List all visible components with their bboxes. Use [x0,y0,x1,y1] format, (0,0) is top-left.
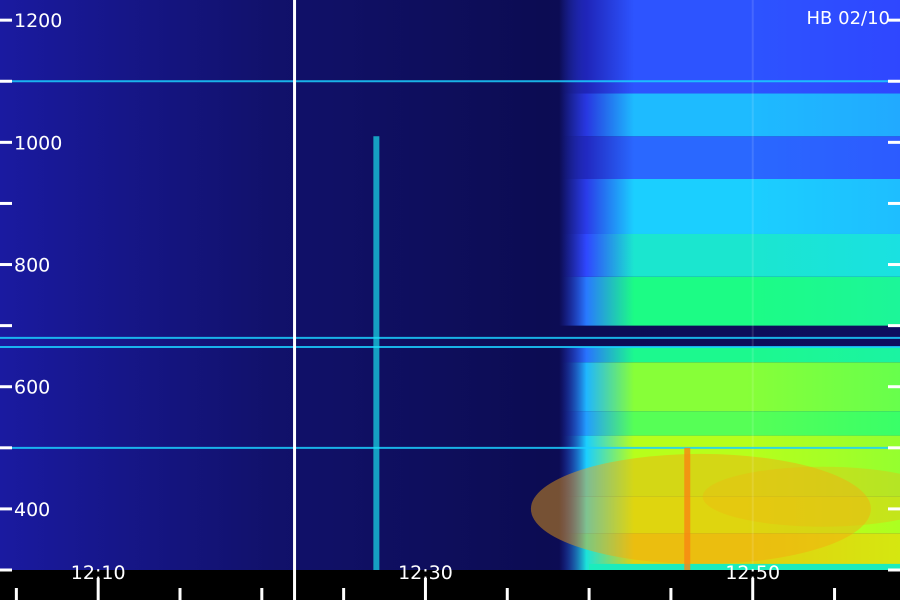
y-tick-label: 600 [14,377,50,399]
band-640-665 [559,347,900,363]
spectrogram-chart: 400 600 800 1000 1200 12:10 12:30 12:50 HB 02/1… [0,0,900,600]
spike-12:27 [373,136,380,570]
y-tick-label: 1200 [14,10,62,32]
band-850-940 [559,179,900,234]
band-560-640 [559,362,900,412]
x-tick-label: 12:30 [398,562,453,584]
station-label: HB 02/10 [807,8,890,29]
band-1010-1080 [559,93,900,137]
band-700-780 [559,276,900,326]
spectrogram-figure: 400 600 800 1000 1200 12:10 12:30 12:50 HB 02/1… [0,0,900,600]
emission-bands [0,0,900,570]
y-tick-label: 400 [14,499,50,521]
x-tick-label: 12:50 [725,562,780,584]
x-tick-label: 12:10 [71,562,126,584]
band-780-850 [559,233,900,277]
spike-12:46 [684,447,691,570]
band-940-1010 [559,136,900,180]
y-tick-label: 1000 [14,132,62,154]
band-520-560 [559,411,900,436]
y-tick-label: 800 [14,255,50,277]
